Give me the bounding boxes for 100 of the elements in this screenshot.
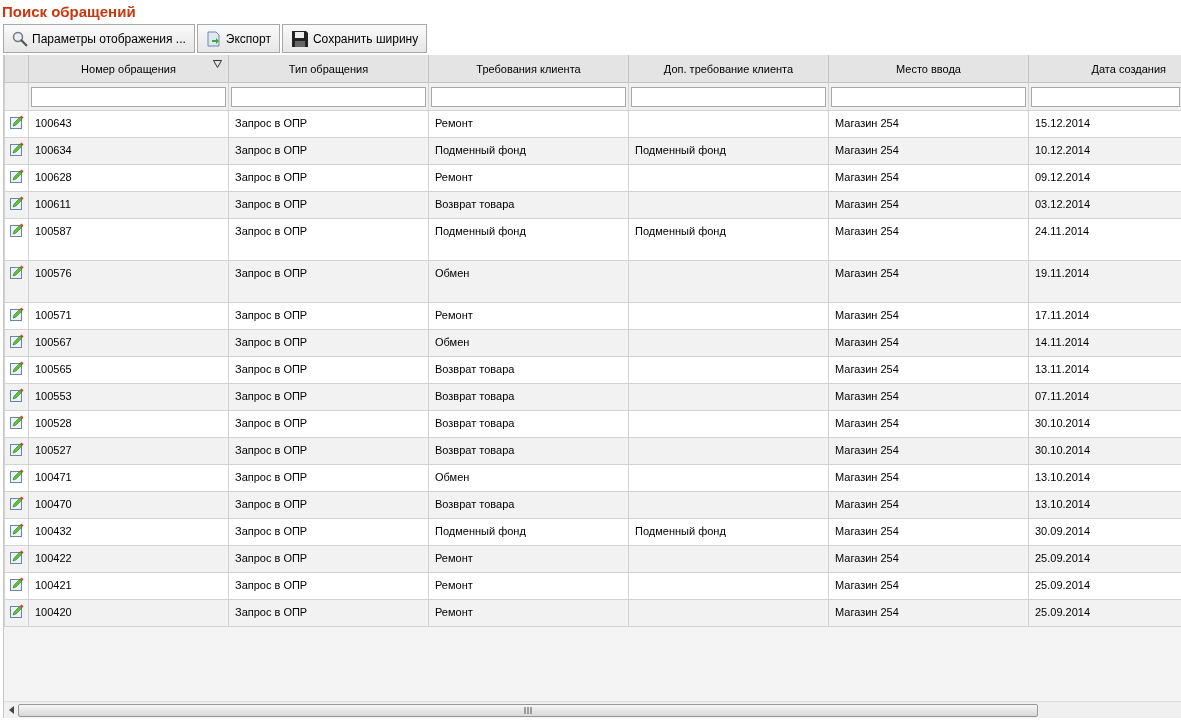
edit-note-icon[interactable] [9, 115, 24, 129]
edit-note-icon[interactable] [9, 604, 24, 618]
table-cell: 100422 [35, 552, 72, 564]
edit-note-icon[interactable] [9, 307, 24, 321]
table-cell: Запрос в ОПР [235, 309, 308, 321]
filter-field[interactable] [1031, 86, 1180, 107]
table-cell: Запрос в ОПР [235, 171, 308, 183]
table-cell: Подменный фонд [435, 144, 526, 156]
edit-note-icon[interactable] [9, 388, 24, 402]
table-cell: Магазин 254 [835, 171, 899, 183]
edit-note-icon[interactable] [9, 196, 24, 210]
table-cell: Подменный фонд [635, 225, 726, 237]
edit-note-icon[interactable] [9, 523, 24, 537]
table-cell: 07.11.2014 [1035, 390, 1090, 402]
table-cell: Запрос в ОПР [235, 498, 308, 510]
table-cell: Магазин 254 [835, 336, 899, 348]
edit-note-icon[interactable] [9, 334, 24, 348]
filter-field[interactable] [231, 86, 426, 107]
display-settings-button[interactable]: Параметры отображения ... [3, 24, 195, 53]
filter-field[interactable] [631, 86, 826, 107]
table-cell: Ремонт [435, 552, 473, 564]
edit-note-icon[interactable] [9, 442, 24, 456]
table-cell: 13.10.2014 [1035, 471, 1091, 483]
table-cell: 100611 [35, 198, 71, 210]
table-cell: Возврат товара [435, 363, 515, 375]
table-cell: 14.11.2014 [1035, 336, 1090, 348]
filter-field[interactable] [831, 86, 1026, 107]
table-cell: Запрос в ОПР [235, 144, 308, 156]
column-header[interactable]: Требования клиента [428, 55, 629, 83]
edit-note-icon[interactable] [9, 550, 24, 564]
table-cell: Ремонт [435, 171, 473, 183]
filter-field[interactable] [31, 86, 226, 107]
scroll-left-icon[interactable] [8, 706, 14, 714]
table-cell: 24.11.2014 [1035, 225, 1090, 237]
table-cell: 13.10.2014 [1035, 498, 1091, 510]
table-cell: Обмен [435, 471, 470, 483]
table-cell: 17.11.2014 [1035, 309, 1090, 321]
table-cell: Магазин 254 [835, 198, 899, 210]
table-cell: 100421 [35, 579, 72, 591]
edit-note-icon[interactable] [9, 142, 24, 156]
table-cell: Возврат товара [435, 444, 515, 456]
table-cell: Подменный фонд [435, 225, 526, 237]
table-cell: 30.10.2014 [1035, 444, 1091, 456]
table-cell: 100471 [35, 471, 72, 483]
table-cell: Запрос в ОПР [235, 579, 308, 591]
table-cell: 100527 [35, 444, 72, 456]
table-cell: 03.12.2014 [1035, 198, 1091, 210]
edit-note-icon[interactable] [9, 469, 24, 483]
table-cell: Запрос в ОПР [235, 198, 308, 210]
column-header[interactable]: Место ввода [828, 55, 1029, 83]
table-cell: 25.09.2014 [1035, 606, 1091, 618]
table-cell: Запрос в ОПР [235, 525, 308, 537]
column-header[interactable]: Дата создания [1028, 55, 1181, 83]
table-cell: 100643 [35, 117, 72, 129]
filter-field[interactable] [431, 86, 626, 107]
sort-descending-icon [213, 60, 222, 68]
edit-note-icon[interactable] [9, 415, 24, 429]
table-cell: Подменный фонд [635, 144, 726, 156]
table-cell: 30.10.2014 [1035, 417, 1091, 429]
table-cell: Магазин 254 [835, 267, 899, 279]
table-cell: Магазин 254 [835, 417, 899, 429]
table-cell: Магазин 254 [835, 144, 899, 156]
table-cell: Магазин 254 [835, 498, 899, 510]
table-cell: Запрос в ОПР [235, 471, 308, 483]
table-cell: 19.11.2014 [1035, 267, 1090, 279]
table-cell: Запрос в ОПР [235, 336, 308, 348]
edit-note-icon[interactable] [9, 223, 24, 237]
table-cell: Обмен [435, 336, 470, 348]
edit-note-icon[interactable] [9, 169, 24, 183]
scrollbar-thumb[interactable] [18, 703, 1038, 717]
table-cell: Возврат товара [435, 390, 515, 402]
column-header[interactable]: Доп. требование клиента [628, 55, 829, 83]
table-cell: 100432 [35, 525, 72, 537]
table-cell: Обмен [435, 267, 470, 279]
edit-note-icon[interactable] [9, 496, 24, 510]
table-cell: Запрос в ОПР [235, 267, 308, 279]
table-cell: Запрос в ОПР [235, 444, 308, 456]
export-icon [205, 30, 222, 47]
table-cell: 25.09.2014 [1035, 579, 1091, 591]
table-cell: Магазин 254 [835, 117, 899, 129]
edit-note-icon[interactable] [9, 265, 24, 279]
table-cell: Подменный фонд [435, 525, 526, 537]
table-cell: 13.11.2014 [1035, 363, 1090, 375]
table-cell: Запрос в ОПР [235, 363, 308, 375]
table-cell: Возврат товара [435, 198, 515, 210]
edit-note-icon[interactable] [9, 577, 24, 591]
table-cell: 100587 [35, 225, 72, 237]
table-cell: Магазин 254 [835, 363, 899, 375]
table-cell: Ремонт [435, 579, 473, 591]
column-header[interactable]: Номер обращения [28, 55, 229, 83]
save-width-button[interactable]: Сохранить ширину [281, 24, 428, 53]
table-cell: Возврат товара [435, 417, 515, 429]
table-cell: Магазин 254 [835, 390, 899, 402]
table-cell: Запрос в ОПР [235, 117, 308, 129]
column-header[interactable]: Тип обращения [228, 55, 429, 83]
table-cell: 100528 [35, 417, 72, 429]
table-cell: 25.09.2014 [1035, 552, 1091, 564]
table-cell: Запрос в ОПР [235, 417, 308, 429]
edit-note-icon[interactable] [9, 361, 24, 375]
export-button[interactable]: Экспорт [196, 24, 280, 53]
